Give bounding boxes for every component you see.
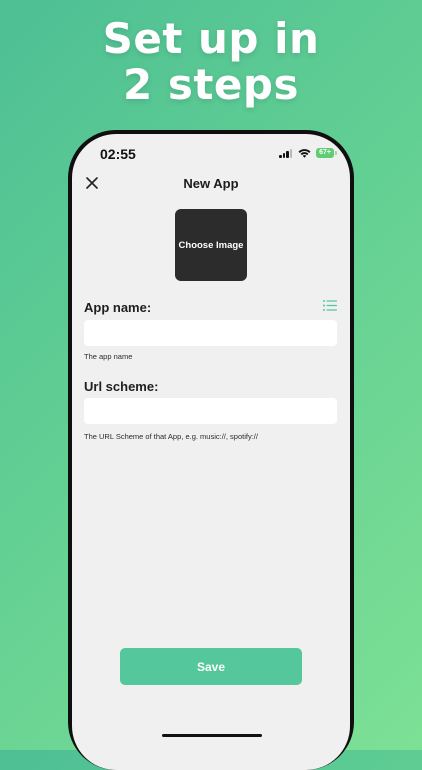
page-title: New App	[183, 176, 239, 191]
choose-image-label: Choose Image	[178, 239, 244, 251]
home-indicator	[162, 734, 262, 737]
phone-screen: 02:55 67+ New App Choose Image App name:	[72, 134, 350, 770]
battery-icon: 67+	[316, 148, 334, 158]
url-scheme-input[interactable]	[84, 398, 337, 424]
status-time: 02:55	[100, 146, 136, 162]
url-scheme-label: Url scheme:	[84, 379, 159, 394]
cellular-signal-icon	[279, 149, 293, 158]
status-bar: 02:55 67+	[72, 134, 350, 174]
battery-cap	[335, 151, 337, 155]
list-icon[interactable]	[323, 300, 337, 311]
headline-line-1: Set up in	[102, 14, 320, 63]
choose-image-button[interactable]: Choose Image	[175, 209, 247, 281]
phone-frame: 02:55 67+ New App Choose Image App name:	[68, 130, 354, 770]
wifi-icon	[298, 149, 311, 158]
app-name-hint: The app name	[84, 352, 133, 361]
save-button[interactable]: Save	[120, 648, 302, 685]
app-name-input[interactable]	[84, 320, 337, 346]
promo-headline: Set up in 2 steps	[0, 16, 422, 108]
url-scheme-hint: The URL Scheme of that App, e.g. music:/…	[84, 432, 258, 441]
headline-line-2: 2 steps	[123, 60, 299, 109]
app-name-label: App name:	[84, 300, 152, 315]
